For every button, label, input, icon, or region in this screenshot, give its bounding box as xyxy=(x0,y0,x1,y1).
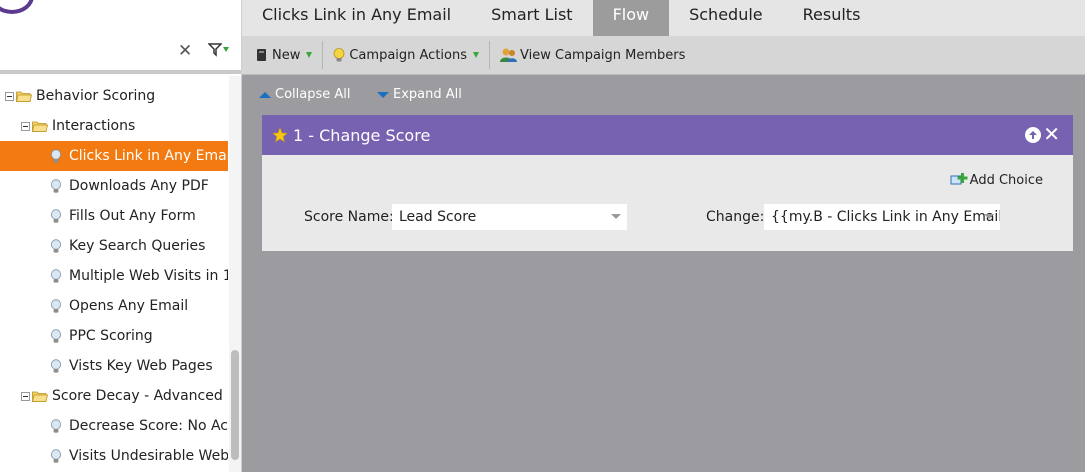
star-icon xyxy=(272,127,288,143)
score-name-label: Score Name: xyxy=(304,209,394,225)
lightbulb-icon xyxy=(51,268,61,283)
lightbulb-icon xyxy=(51,178,61,193)
campaign-actions-button[interactable]: Campaign Actions xyxy=(333,36,480,75)
collapse-toggle-icon[interactable] xyxy=(5,91,14,101)
tab-flow[interactable]: Flow xyxy=(592,0,670,36)
change-select[interactable]: {{my.B - Clicks Link in Any Email xyxy=(764,204,1000,230)
flow-step-header[interactable]: 1 - Change Score xyxy=(262,115,1073,155)
toolbar: New Campaign Actions View Campaign Membe… xyxy=(242,36,1085,75)
lightbulb-icon xyxy=(51,448,61,463)
campaign-actions-dropdown-icon xyxy=(473,52,480,58)
tree-item-campaign[interactable]: Decrease Score: No Activ xyxy=(0,411,228,441)
add-choice-label: Add Choice xyxy=(969,172,1043,188)
tree-item-campaign[interactable]: Downloads Any PDF xyxy=(0,171,228,201)
collapse-all-label: Collapse All xyxy=(275,87,351,102)
tree-item-campaign[interactable]: Multiple Web Visits in 1 D xyxy=(0,261,228,291)
arrow-up-icon xyxy=(1029,131,1037,139)
tree-folder[interactable]: Behavior Scoring xyxy=(0,81,228,111)
lightbulb-icon xyxy=(51,328,61,343)
logo xyxy=(0,0,34,14)
change-value: {{my.B - Clicks Link in Any Email xyxy=(771,209,1000,225)
tree-item-campaign[interactable]: PPC Scoring xyxy=(0,321,228,351)
collapse-icon xyxy=(259,91,271,98)
lightbulb-icon xyxy=(51,298,61,313)
filter-icon xyxy=(208,43,222,57)
campaign-tree: Behavior Scoring Interactions Clicks Link … xyxy=(0,81,228,471)
expand-all-label: Expand All xyxy=(393,87,462,102)
folder-icon xyxy=(32,121,48,132)
tab-schedule[interactable]: Schedule xyxy=(669,0,783,36)
tree-folder[interactable]: Score Decay - Advanced xyxy=(0,381,228,411)
filter-dropdown-icon xyxy=(223,46,229,52)
move-step-up-icon[interactable] xyxy=(1025,127,1041,143)
add-choice-button[interactable]: Add Choice xyxy=(950,172,1043,188)
tree-item-label: Clicks Link in Any Email xyxy=(69,148,228,164)
tab-smart-list[interactable]: Smart List xyxy=(471,0,592,36)
tree-item-label: Interactions xyxy=(52,118,136,134)
collapse-all-link[interactable]: Collapse All xyxy=(259,87,351,102)
tree-item-campaign[interactable]: Vists Key Web Pages xyxy=(0,351,228,381)
new-button[interactable]: New xyxy=(256,36,313,75)
tree-item-label: Multiple Web Visits in 1 D xyxy=(69,268,228,284)
filter-button[interactable] xyxy=(208,41,229,57)
lightbulb-icon xyxy=(51,358,61,373)
flow-canvas: Collapse All Expand All 1 - Change Score… xyxy=(242,75,1085,472)
tree-item-label: Decrease Score: No Activ xyxy=(69,418,228,434)
collapse-toggle-icon[interactable] xyxy=(21,391,30,401)
tree-item-label: Downloads Any PDF xyxy=(69,178,209,194)
folder-icon xyxy=(16,91,32,102)
lightbulb-icon xyxy=(51,238,61,253)
tree-item-label: Score Decay - Advanced xyxy=(52,388,223,404)
tab-clicks-link-in-any-email[interactable]: Clicks Link in Any Email xyxy=(242,0,471,36)
collapse-toggle-icon[interactable] xyxy=(21,121,30,131)
tree-item-label: Behavior Scoring xyxy=(36,88,156,104)
new-button-label: New xyxy=(272,47,301,63)
tree-item-label: Opens Any Email xyxy=(69,298,189,314)
tree-item-label: Fills Out Any Form xyxy=(69,208,196,224)
tree-item-campaign[interactable]: Fills Out Any Form xyxy=(0,201,228,231)
toolbar-separator xyxy=(322,41,324,69)
lightbulb-icon xyxy=(51,208,61,223)
tab-bar: Clicks Link in Any Email Smart List Flow Sc… xyxy=(242,0,1085,36)
add-choice-icon xyxy=(950,173,968,185)
lightbulb-icon xyxy=(51,418,61,433)
score-name-select[interactable]: Lead Score xyxy=(392,204,627,230)
delete-step-icon[interactable]: ✕ xyxy=(1043,123,1060,145)
tree-item-campaign[interactable]: Visits Undesirable Web P xyxy=(0,441,228,471)
tree-item-campaign[interactable]: Key Search Queries xyxy=(0,231,228,261)
tree-item-label: PPC Scoring xyxy=(69,328,153,344)
tree-item-campaign[interactable]: Clicks Link in Any Email xyxy=(0,141,228,171)
tree-item-label: Vists Key Web Pages xyxy=(69,358,213,374)
tree-item-label: Visits Undesirable Web P xyxy=(69,448,228,464)
divider xyxy=(0,70,241,74)
lightbulb-icon xyxy=(333,47,345,61)
tree-folder[interactable]: Interactions xyxy=(0,111,228,141)
clear-search-icon[interactable]: ✕ xyxy=(178,41,192,61)
change-label: Change: xyxy=(706,209,765,225)
tree-scrollbar-thumb[interactable] xyxy=(231,350,239,460)
toolbar-separator xyxy=(489,41,491,69)
expand-icon xyxy=(377,91,389,98)
tree-item-label: Key Search Queries xyxy=(69,238,206,254)
tree-item-campaign[interactable]: Opens Any Email xyxy=(0,291,228,321)
people-icon xyxy=(500,48,518,62)
flow-step-change-score: 1 - Change Score ✕ Add Choice Score Name… xyxy=(262,115,1073,251)
lightbulb-icon xyxy=(51,148,61,163)
chevron-down-icon xyxy=(611,214,621,219)
view-campaign-members-button[interactable]: View Campaign Members xyxy=(500,36,685,75)
view-campaign-members-label: View Campaign Members xyxy=(520,47,686,63)
score-name-value: Lead Score xyxy=(399,209,477,225)
new-dropdown-icon xyxy=(306,52,313,58)
folder-icon xyxy=(32,391,48,402)
flow-step-title: 1 - Change Score xyxy=(293,125,431,145)
new-icon xyxy=(257,49,266,61)
chevron-down-icon xyxy=(984,214,994,219)
expand-all-link[interactable]: Expand All xyxy=(377,87,462,102)
campaign-tree-panel: ✕ Behavior Scoring Interactions Clicks Lin… xyxy=(0,0,242,472)
tab-results[interactable]: Results xyxy=(783,0,881,36)
campaign-actions-label: Campaign Actions xyxy=(349,47,468,63)
